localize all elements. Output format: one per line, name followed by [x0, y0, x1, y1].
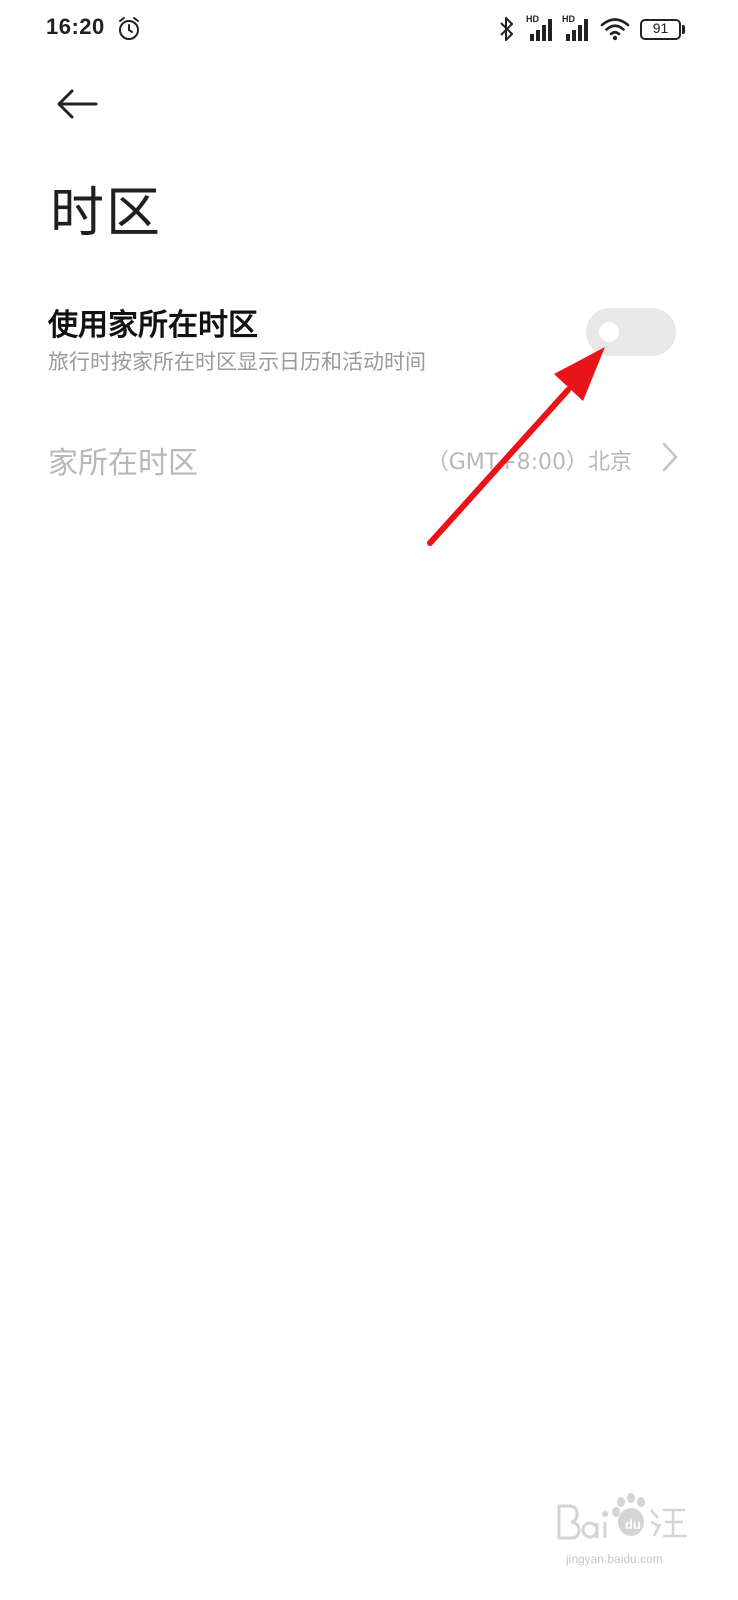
- status-time: 16:20: [46, 14, 105, 39]
- page-title: 时区: [50, 181, 162, 244]
- use-home-timezone-title: 使用家所在时区: [48, 308, 258, 343]
- home-timezone-row[interactable]: 家所在时区 （GMT+8:00）北京: [0, 416, 738, 500]
- battery-indicator: 91: [640, 19, 686, 40]
- cell-signal-icon: HD: [562, 14, 592, 42]
- battery-level: 91: [652, 20, 669, 36]
- bluetooth-icon: [500, 17, 513, 41]
- hd-label: HD: [526, 14, 539, 24]
- use-home-timezone-row[interactable]: 使用家所在时区 旅行时按家所在时区显示日历和活动时间: [0, 282, 738, 392]
- home-timezone-label: 家所在时区: [48, 446, 198, 481]
- baidu-jingyan-watermark: du: [557, 1493, 687, 1540]
- wifi-icon: [600, 18, 630, 41]
- home-timezone-value: （GMT+8:00）北京: [426, 450, 632, 475]
- cell-signal-icon: HD: [526, 14, 556, 42]
- back-button[interactable]: [50, 80, 106, 128]
- alarm-clock-icon: [119, 17, 139, 40]
- hd-label: HD: [562, 14, 575, 24]
- svg-text:du: du: [625, 1517, 641, 1532]
- arrow-left-icon: [57, 89, 98, 119]
- status-bar: 16:20 HD HD 91: [0, 0, 738, 60]
- chevron-right-icon: [662, 442, 678, 472]
- use-home-timezone-toggle[interactable]: [586, 308, 676, 356]
- toggle-knob: [599, 322, 619, 342]
- watermark-url: jingyan.baidu.com: [566, 1552, 663, 1566]
- use-home-timezone-summary: 旅行时按家所在时区显示日历和活动时间: [48, 350, 426, 374]
